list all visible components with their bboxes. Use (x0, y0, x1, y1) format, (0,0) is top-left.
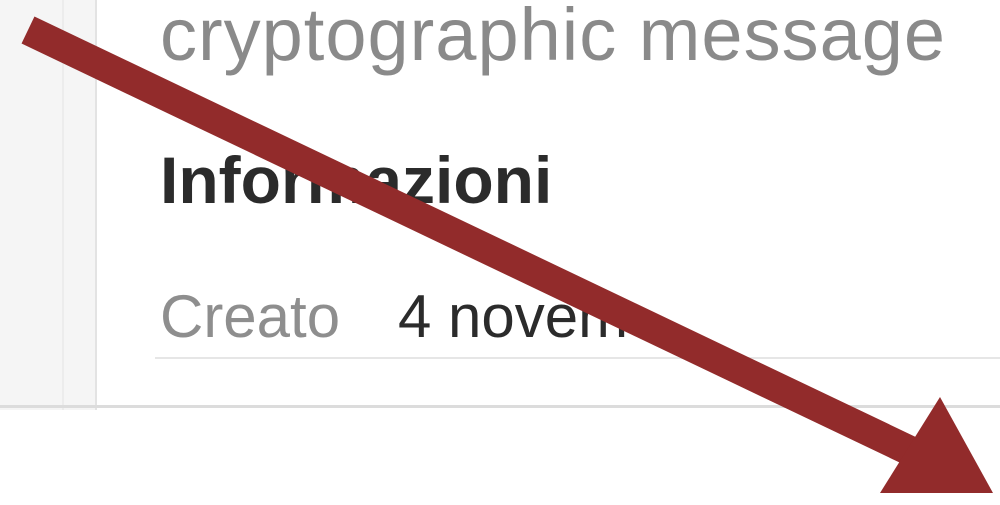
sidebar-divider (62, 0, 64, 410)
item-description: cryptographic message (160, 0, 947, 76)
info-row-created: Creato 4 novem (160, 282, 1000, 352)
panel-bottom-border (0, 405, 1000, 408)
row-divider (155, 357, 1000, 359)
section-title-informazioni: Informazioni (160, 143, 553, 217)
info-panel: cryptographic message Informazioni Creat… (97, 0, 1000, 405)
left-sidebar-edge (0, 0, 97, 410)
info-label-created: Creato (160, 283, 341, 350)
annotation-arrow-head (880, 397, 993, 493)
info-value-created: 4 novem (398, 283, 629, 350)
